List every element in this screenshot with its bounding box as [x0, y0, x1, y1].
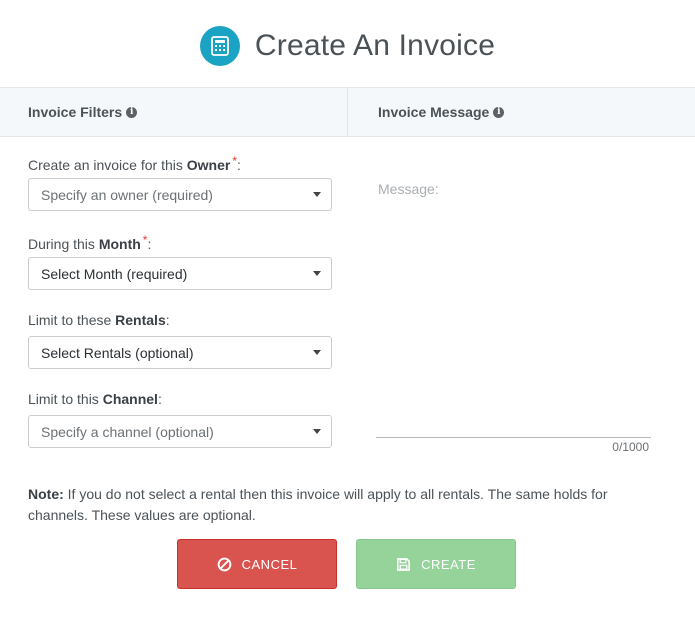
message-underline [376, 437, 651, 438]
chevron-down-icon [313, 350, 321, 355]
chevron-down-icon [313, 192, 321, 197]
tab-invoice-filters: Invoice Filters i [28, 88, 138, 136]
save-icon [396, 557, 411, 572]
page-title: Create An Invoice [254, 28, 496, 62]
section-tabs: Invoice Filters i Invoice Message i [0, 88, 695, 137]
tab-invoice-message: Invoice Message i [378, 88, 505, 136]
cancel-button[interactable]: CANCEL [177, 539, 337, 589]
rentals-label: Limit to these Rentals: [28, 312, 170, 328]
rentals-select[interactable]: Select Rentals (optional) [28, 336, 332, 369]
info-icon[interactable]: i [493, 106, 505, 118]
channel-select[interactable]: Specify a channel (optional) [28, 415, 332, 448]
month-label: During this Month *: [28, 233, 152, 252]
create-button[interactable]: CREATE [356, 539, 516, 589]
channel-label: Limit to this Channel: [28, 391, 162, 407]
chevron-down-icon [313, 271, 321, 276]
month-select[interactable]: Select Month (required) [28, 257, 332, 290]
owner-select[interactable]: Specify an owner (required) [28, 178, 332, 211]
note-text: Note: If you do not select a rental then… [28, 486, 608, 523]
dialog-header: Create An Invoice [0, 0, 695, 88]
chevron-down-icon [313, 429, 321, 434]
message-char-counter: 0/1000 [612, 440, 649, 454]
ban-icon [217, 557, 232, 572]
calculator-icon [199, 25, 240, 66]
tab-divider [347, 88, 348, 136]
owner-label: Create an invoice for this Owner *: [28, 154, 241, 173]
info-icon[interactable]: i [126, 106, 138, 118]
message-textarea[interactable]: Message: [378, 181, 439, 197]
